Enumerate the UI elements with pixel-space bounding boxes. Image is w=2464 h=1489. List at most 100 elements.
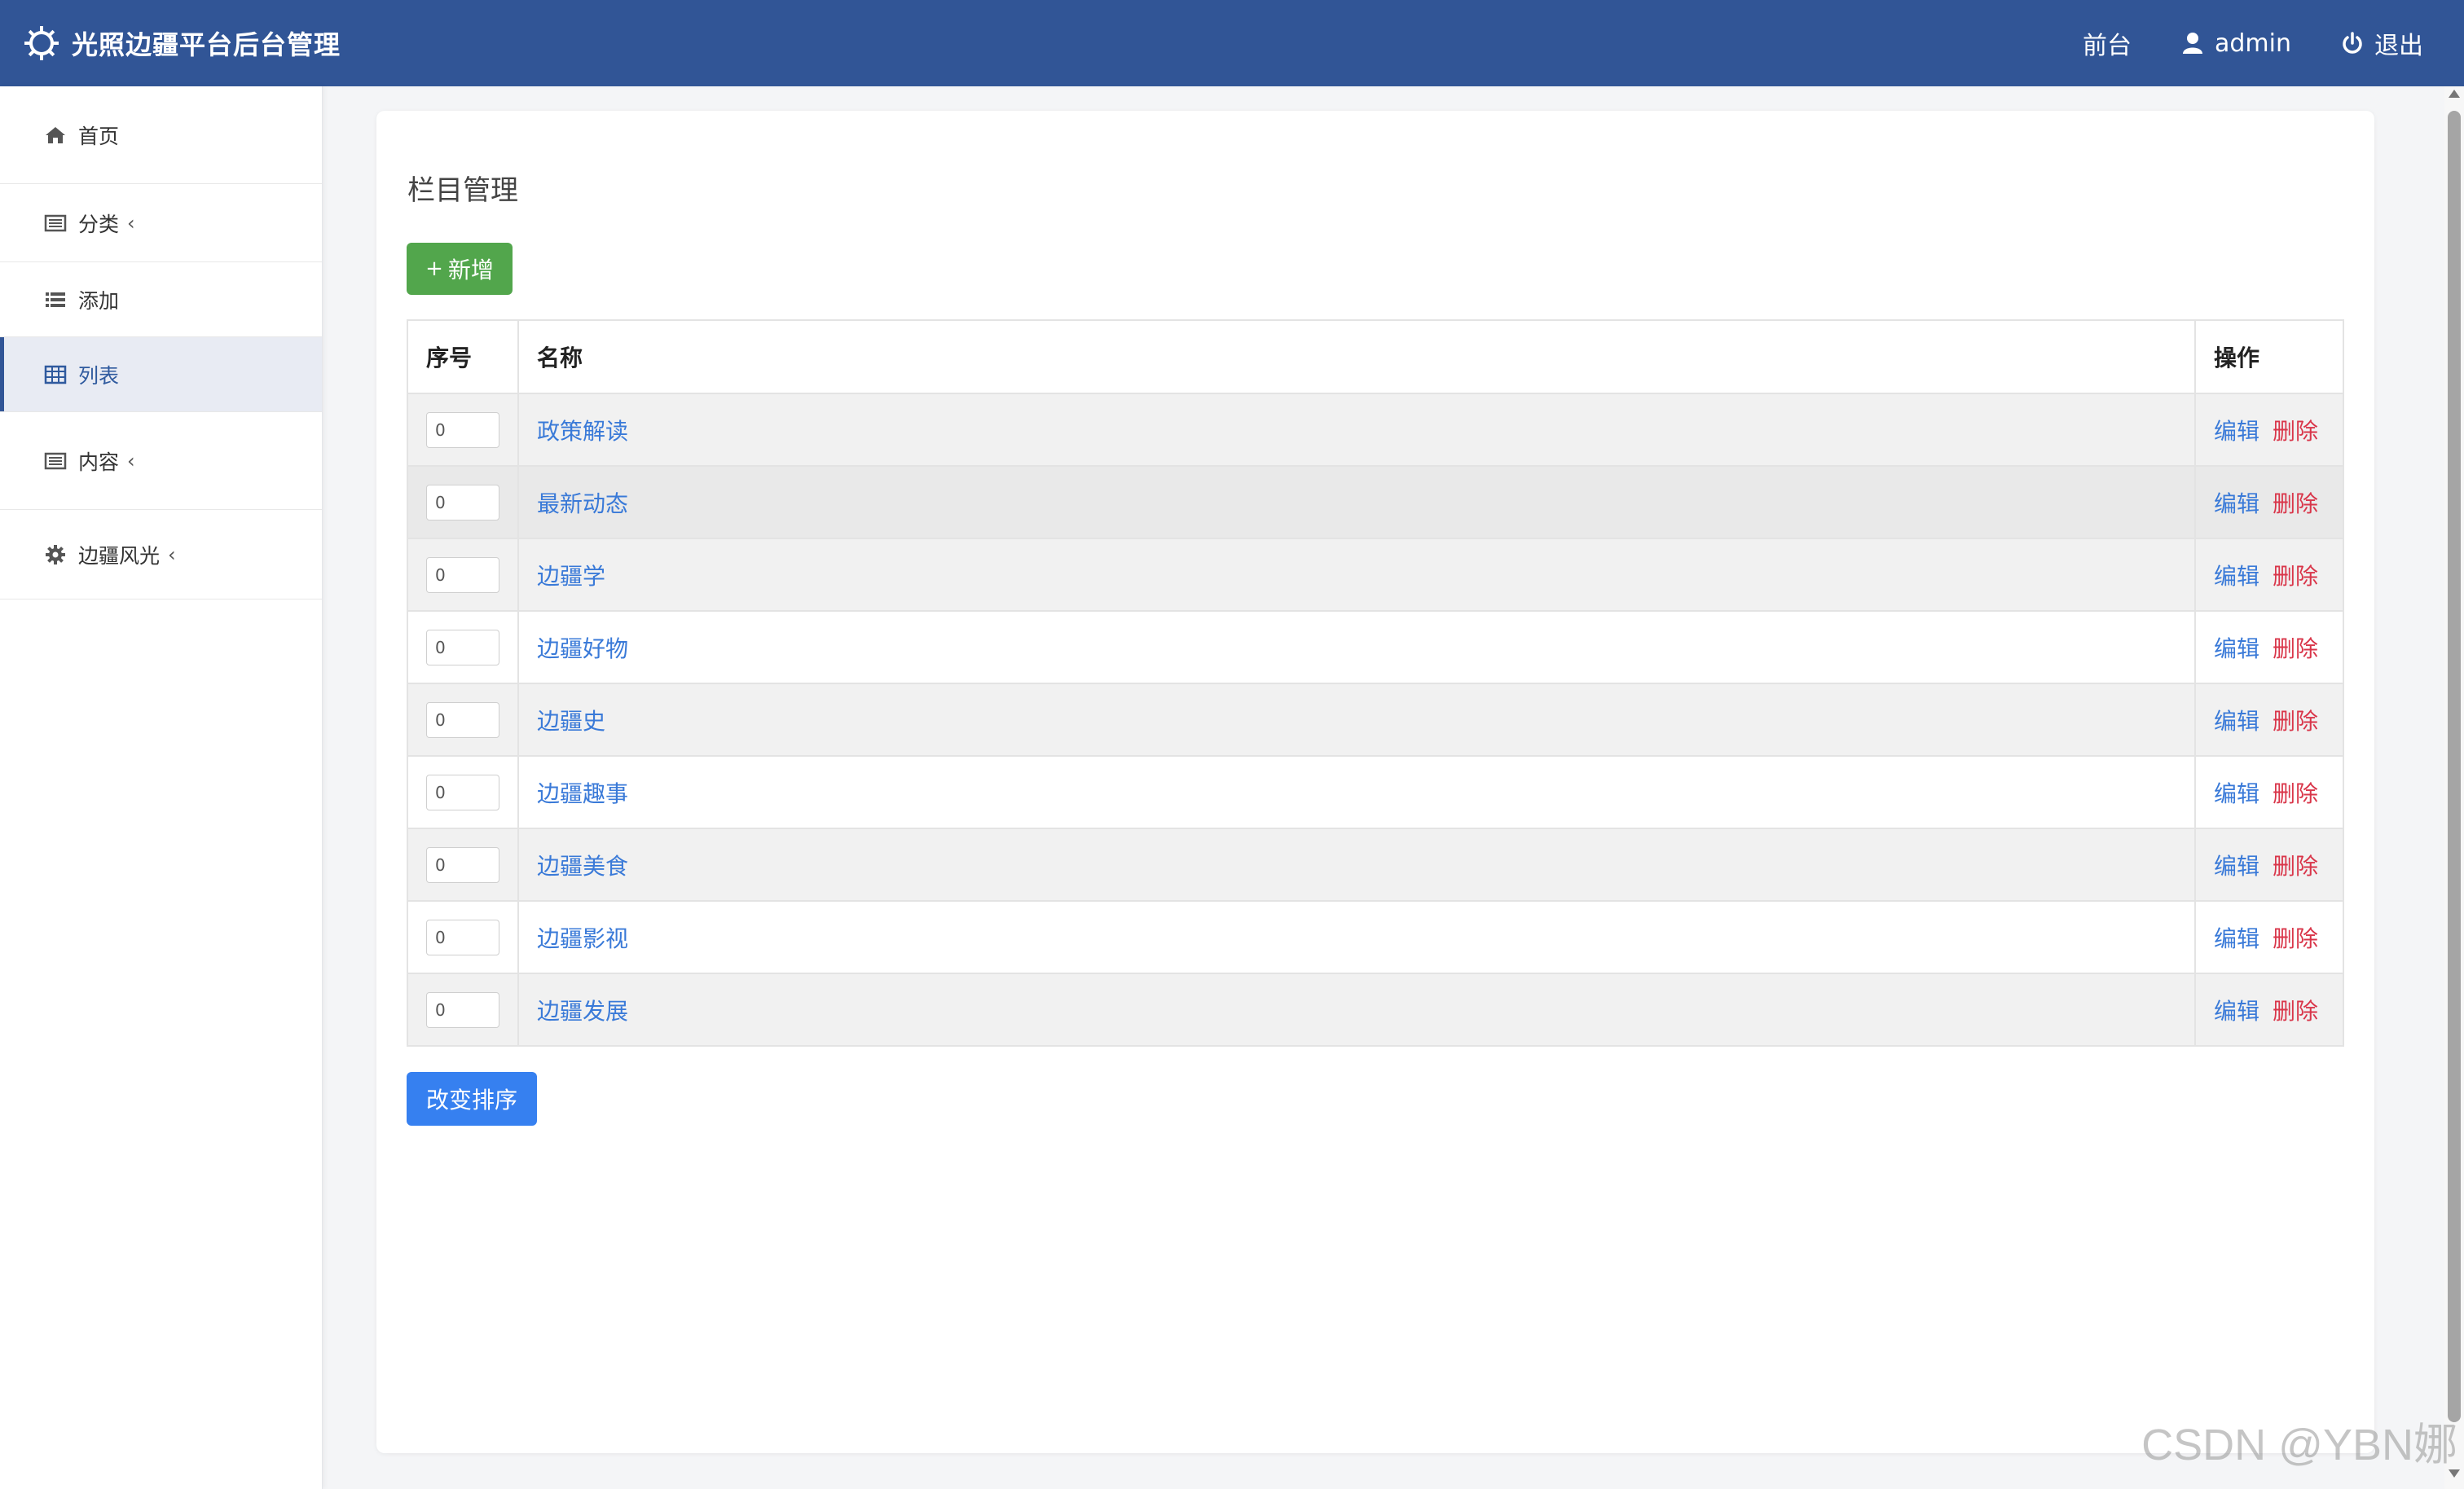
header-order: 序号 xyxy=(407,319,519,394)
watermark: CSDN @YBN娜 xyxy=(2141,1421,2457,1469)
name-cell: 边疆发展 xyxy=(517,973,2196,1047)
name-cell: 边疆学 xyxy=(517,538,2196,612)
order-input[interactable] xyxy=(426,629,499,665)
page-title: 栏目管理 xyxy=(407,174,518,207)
edit-link[interactable]: 编辑 xyxy=(2214,998,2259,1025)
order-input[interactable] xyxy=(426,411,499,448)
delete-link[interactable]: 删除 xyxy=(2273,490,2318,517)
order-cell xyxy=(407,610,519,684)
brand[interactable]: 光照边疆平台后台管理 xyxy=(23,24,341,62)
order-cell xyxy=(407,973,519,1047)
list-alt-icon xyxy=(44,212,67,235)
chevron-left-icon: ‹ xyxy=(127,211,135,235)
sidebar-item-scenery[interactable]: 边疆风光 ‹ xyxy=(0,510,322,600)
change-order-button[interactable]: 改变排序 xyxy=(407,1072,537,1126)
actions-cell: 编辑 删除 xyxy=(2194,900,2344,974)
order-input[interactable] xyxy=(426,556,499,593)
sidebar-item-label: 添加 xyxy=(78,288,120,313)
order-input[interactable] xyxy=(426,991,499,1028)
name-cell: 边疆史 xyxy=(517,683,2196,757)
order-cell xyxy=(407,465,519,539)
delete-link[interactable]: 删除 xyxy=(2273,998,2318,1025)
delete-link[interactable]: 删除 xyxy=(2273,563,2318,590)
chevron-left-icon: ‹ xyxy=(127,449,135,472)
actions-cell: 编辑 删除 xyxy=(2194,828,2344,902)
table-row: 边疆史 编辑删除 xyxy=(407,683,2344,757)
name-cell: 政策解读 xyxy=(517,393,2196,467)
scroll-up-arrow-icon[interactable] xyxy=(2449,90,2460,98)
gear-icon xyxy=(44,543,67,566)
delete-link[interactable]: 删除 xyxy=(2273,708,2318,735)
sidebar-item-add[interactable]: 添加 xyxy=(0,262,322,337)
scroll-thumb[interactable] xyxy=(2448,111,2461,1422)
edit-link[interactable]: 编辑 xyxy=(2214,708,2259,735)
order-cell xyxy=(407,683,519,757)
actions-cell: 编辑 删除 xyxy=(2194,393,2344,467)
sun-gear-logo-icon xyxy=(23,24,60,62)
edit-link[interactable]: 编辑 xyxy=(2214,925,2259,952)
order-cell xyxy=(407,900,519,974)
category-name-link[interactable]: 边疆好物 xyxy=(537,635,628,662)
header-name: 名称 xyxy=(517,319,2196,394)
edit-link[interactable]: 编辑 xyxy=(2214,490,2259,517)
edit-link[interactable]: 编辑 xyxy=(2214,635,2259,662)
sidebar-item-category[interactable]: 分类 ‹ xyxy=(0,184,322,262)
edit-link[interactable]: 编辑 xyxy=(2214,853,2259,880)
user-menu[interactable]: admin xyxy=(2180,29,2291,58)
table-row: 边疆发展 编辑删除 xyxy=(407,973,2344,1047)
order-cell xyxy=(407,393,519,467)
actions-cell: 编辑 删除 xyxy=(2194,538,2344,612)
sidebar-item-label: 列表 xyxy=(78,363,120,388)
category-name-link[interactable]: 边疆史 xyxy=(537,708,605,735)
sidebar-item-label: 分类 xyxy=(78,212,120,236)
table-icon xyxy=(44,363,67,386)
category-name-link[interactable]: 边疆美食 xyxy=(537,853,628,880)
order-input[interactable] xyxy=(426,774,499,810)
order-input[interactable] xyxy=(426,919,499,955)
name-cell: 边疆趣事 xyxy=(517,755,2196,829)
edit-link[interactable]: 编辑 xyxy=(2214,780,2259,807)
actions-cell: 编辑 删除 xyxy=(2194,610,2344,684)
delete-link[interactable]: 删除 xyxy=(2273,853,2318,880)
list-alt-icon xyxy=(44,450,67,472)
list-icon xyxy=(44,288,67,311)
category-name-link[interactable]: 边疆影视 xyxy=(537,925,628,952)
top-navbar: 光照边疆平台后台管理 前台 admin 退出 xyxy=(0,0,2464,86)
order-input[interactable] xyxy=(426,846,499,883)
actions-cell: 编辑 删除 xyxy=(2194,755,2344,829)
category-name-link[interactable]: 边疆学 xyxy=(537,563,605,590)
category-name-link[interactable]: 边疆趣事 xyxy=(537,780,628,807)
header-actions: 操作 xyxy=(2194,319,2344,394)
delete-link[interactable]: 删除 xyxy=(2273,635,2318,662)
sidebar-item-home[interactable]: 首页 xyxy=(0,86,322,184)
category-name-link[interactable]: 最新动态 xyxy=(537,490,628,517)
table-row: 政策解读 编辑删除 xyxy=(407,393,2344,467)
table-row: 最新动态 编辑删除 xyxy=(407,465,2344,539)
edit-link[interactable]: 编辑 xyxy=(2214,563,2259,590)
category-name-link[interactable]: 政策解读 xyxy=(537,418,628,445)
add-button-label: 新增 xyxy=(447,257,494,283)
delete-link[interactable]: 删除 xyxy=(2273,925,2318,952)
order-input[interactable] xyxy=(426,701,499,738)
category-table: 序号 名称 操作 政策解读 编辑删除 最新动态 编辑删除 边疆学 编辑删除 xyxy=(407,319,2344,1047)
actions-cell: 编辑 删除 xyxy=(2194,465,2344,539)
front-link[interactable]: 前台 xyxy=(2083,25,2132,61)
table-row: 边疆学 编辑删除 xyxy=(407,538,2344,612)
name-cell: 最新动态 xyxy=(517,465,2196,539)
chevron-left-icon: ‹ xyxy=(168,542,176,566)
delete-link[interactable]: 删除 xyxy=(2273,780,2318,807)
page-scrollbar[interactable] xyxy=(2444,86,2464,1489)
table-row: 边疆趣事 编辑删除 xyxy=(407,755,2344,829)
power-icon xyxy=(2340,31,2365,55)
add-button[interactable]: + 新增 xyxy=(407,243,513,295)
sidebar-item-content[interactable]: 内容 ‹ xyxy=(0,412,322,510)
table-row: 边疆影视 编辑删除 xyxy=(407,900,2344,974)
order-input[interactable] xyxy=(426,484,499,520)
sidebar-item-list[interactable]: 列表 xyxy=(0,337,322,412)
logout-link[interactable]: 退出 xyxy=(2340,25,2423,61)
user-icon xyxy=(2180,31,2205,55)
delete-link[interactable]: 删除 xyxy=(2273,418,2318,445)
table-row: 边疆好物 编辑删除 xyxy=(407,610,2344,684)
category-name-link[interactable]: 边疆发展 xyxy=(537,998,628,1025)
edit-link[interactable]: 编辑 xyxy=(2214,418,2259,445)
